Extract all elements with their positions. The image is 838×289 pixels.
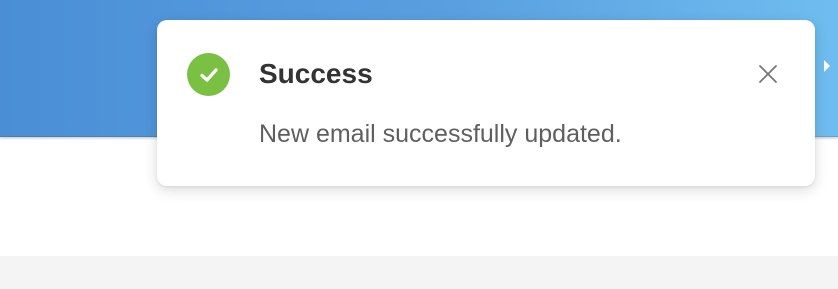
close-icon [759, 65, 777, 83]
success-notification: Success New email successfully updated. [157, 20, 815, 186]
notification-message: New email successfully updated. [259, 120, 622, 148]
page: Success New email successfully updated. [0, 0, 838, 289]
footer-band [0, 256, 838, 289]
chevron-right-icon [824, 60, 830, 72]
notification-title: Success [259, 58, 373, 89]
check-circle-icon [187, 53, 230, 96]
checkmark-icon [199, 67, 218, 82]
close-button[interactable] [756, 62, 780, 86]
